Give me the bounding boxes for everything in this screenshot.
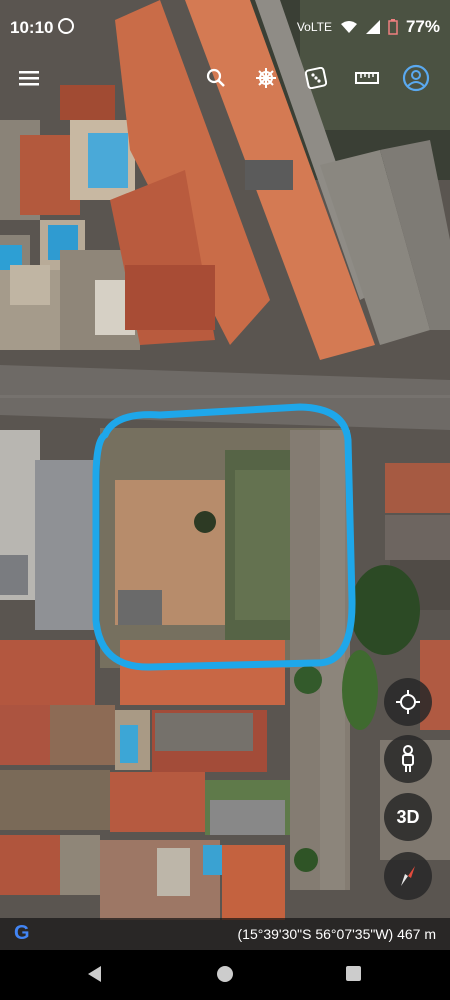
status-bar: 10:10 VoLTE 77%: [0, 0, 450, 54]
android-nav-bar: [0, 950, 450, 1000]
whatsapp-icon: [58, 18, 74, 34]
crosshair-icon: [396, 690, 420, 714]
volte-indicator: VoLTE: [296, 20, 332, 34]
dice-icon[interactable]: [298, 60, 334, 96]
ruler-icon[interactable]: [349, 60, 385, 96]
compass-icon: [401, 866, 415, 886]
google-logo: G: [14, 922, 30, 944]
satellite-map[interactable]: [0, 0, 450, 950]
3d-toggle-button[interactable]: 3D: [384, 793, 432, 841]
coordinates-readout: (15°39'30"S 56°07'35"W) 467 m: [237, 926, 436, 942]
search-icon[interactable]: [198, 60, 234, 96]
home-icon[interactable]: [217, 966, 233, 982]
ship-wheel-icon[interactable]: [248, 60, 284, 96]
street-view-button[interactable]: [384, 735, 432, 783]
back-icon[interactable]: [88, 966, 101, 982]
signal-icon: [365, 20, 380, 34]
wifi-icon: [340, 21, 357, 33]
info-bar: G (15°39'30"S 56°07'35"W) 467 m: [0, 918, 450, 950]
satellite-imagery: [0, 0, 450, 950]
recents-icon[interactable]: [346, 966, 361, 981]
battery-icon: [388, 19, 398, 35]
my-location-button[interactable]: [384, 678, 432, 726]
compass-button[interactable]: [384, 852, 432, 900]
status-time: 10:10: [10, 18, 54, 37]
account-icon[interactable]: [398, 60, 434, 96]
top-toolbar: [0, 60, 450, 96]
battery-level: 77%: [405, 17, 440, 36]
menu-icon[interactable]: [11, 60, 47, 96]
pegman-icon: [402, 745, 414, 772]
